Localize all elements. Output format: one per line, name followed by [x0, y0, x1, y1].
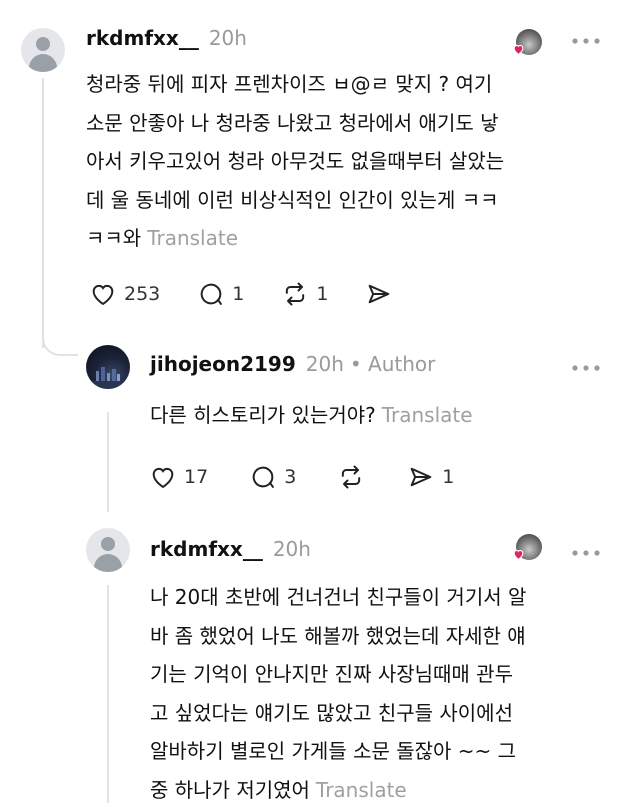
comment-body: 다른 히스토리가 있는거야?Translate: [150, 396, 610, 435]
like-count: 17: [184, 466, 208, 488]
thread-line: [107, 412, 109, 512]
thread-line: [42, 78, 44, 348]
reply-button[interactable]: 1: [196, 280, 244, 308]
comment-header: rkdmfxx__ 20h: [86, 26, 247, 50]
liked-by-author-badge: [516, 29, 546, 59]
timestamp: 20h: [273, 537, 311, 561]
username[interactable]: rkdmfxx__: [150, 537, 263, 561]
reply-count: 1: [232, 283, 244, 305]
username[interactable]: jihojeon2199: [150, 352, 296, 376]
text-line: 기는 기억이 안나지만 진짜 사장님때매 관두: [150, 655, 610, 694]
repost-icon: [336, 463, 366, 491]
text-line: 다른 히스토리가 있는거야?Translate: [150, 396, 610, 435]
more-options-button[interactable]: [570, 28, 602, 53]
heart-badge-icon: [512, 43, 525, 56]
like-count: 253: [124, 283, 160, 305]
comment-header: jihojeon2199 20h • Author: [150, 352, 435, 376]
thread-curve: [42, 330, 78, 356]
text-line: 중 하나가 저기였어Translate: [150, 771, 610, 809]
more-options-button[interactable]: [570, 355, 602, 380]
timestamp: 20h: [209, 26, 247, 50]
share-count: 1: [442, 466, 454, 488]
text-line: 나 20대 초반에 건너건너 친구들이 거기서 알: [150, 578, 610, 617]
reply-button[interactable]: 3: [248, 463, 296, 491]
avatar[interactable]: [86, 345, 130, 389]
more-horizontal-icon: [570, 547, 602, 559]
heart-icon: [88, 280, 118, 308]
heart-badge-icon: [512, 548, 525, 561]
avatar[interactable]: [86, 528, 130, 572]
action-bar: 253 1 1: [88, 280, 394, 308]
username[interactable]: rkdmfxx__: [86, 26, 199, 50]
comment-icon: [248, 463, 278, 491]
action-bar: 17 3 1: [148, 463, 454, 491]
repost-button[interactable]: [336, 463, 366, 491]
share-button[interactable]: [364, 280, 394, 308]
more-horizontal-icon: [570, 362, 602, 374]
text-line: 청라중 뒤에 피자 프렌차이즈 ㅂ@ㄹ 맞지 ? 여기: [86, 65, 606, 104]
send-icon: [364, 280, 394, 308]
share-button[interactable]: 1: [406, 463, 454, 491]
repost-icon: [280, 280, 310, 308]
like-button[interactable]: 17: [148, 463, 208, 491]
text-line: ㅋㅋ와Translate: [86, 219, 606, 258]
repost-count: 1: [316, 283, 328, 305]
timestamp: 20h: [306, 352, 344, 376]
text-line: 데 울 동네에 이런 비상식적인 인간이 있는게 ㅋㅋ: [86, 181, 606, 220]
text-line: 알바하기 별로인 가게들 소문 돌잖아 ~~ 그: [150, 732, 610, 771]
comment-body: 나 20대 초반에 건너건너 친구들이 거기서 알 바 좀 했었어 나도 해볼까…: [150, 578, 610, 809]
more-horizontal-icon: [570, 35, 602, 47]
comment-icon: [196, 280, 226, 308]
like-button[interactable]: 253: [88, 280, 160, 308]
more-options-button[interactable]: [570, 540, 602, 565]
translate-link[interactable]: Translate: [316, 778, 407, 802]
author-badge: • Author: [350, 352, 436, 376]
heart-icon: [148, 463, 178, 491]
liked-by-author-badge: [516, 534, 546, 564]
comment-body: 청라중 뒤에 피자 프렌차이즈 ㅂ@ㄹ 맞지 ? 여기 소문 안좋아 나 청라중…: [86, 65, 606, 258]
repost-button[interactable]: 1: [280, 280, 328, 308]
translate-link[interactable]: Translate: [147, 226, 238, 250]
text-line: 소문 안좋아 나 청라중 나왔고 청라에서 애기도 낳: [86, 104, 606, 143]
text-line: 아서 키우고있어 청라 아무것도 없을때부터 살았는: [86, 142, 606, 181]
text-line: 고 싶었다는 얘기도 많았고 친구들 사이에선: [150, 694, 610, 733]
translate-link[interactable]: Translate: [382, 403, 473, 427]
send-icon: [406, 463, 436, 491]
comment-header: rkdmfxx__ 20h: [150, 537, 311, 561]
avatar[interactable]: [21, 28, 65, 72]
text-line: 바 좀 했었어 나도 해볼까 했었는데 자세한 얘: [150, 617, 610, 656]
avatar-photo-image: [86, 345, 130, 389]
thread-line: [107, 585, 109, 803]
reply-count: 3: [284, 466, 296, 488]
